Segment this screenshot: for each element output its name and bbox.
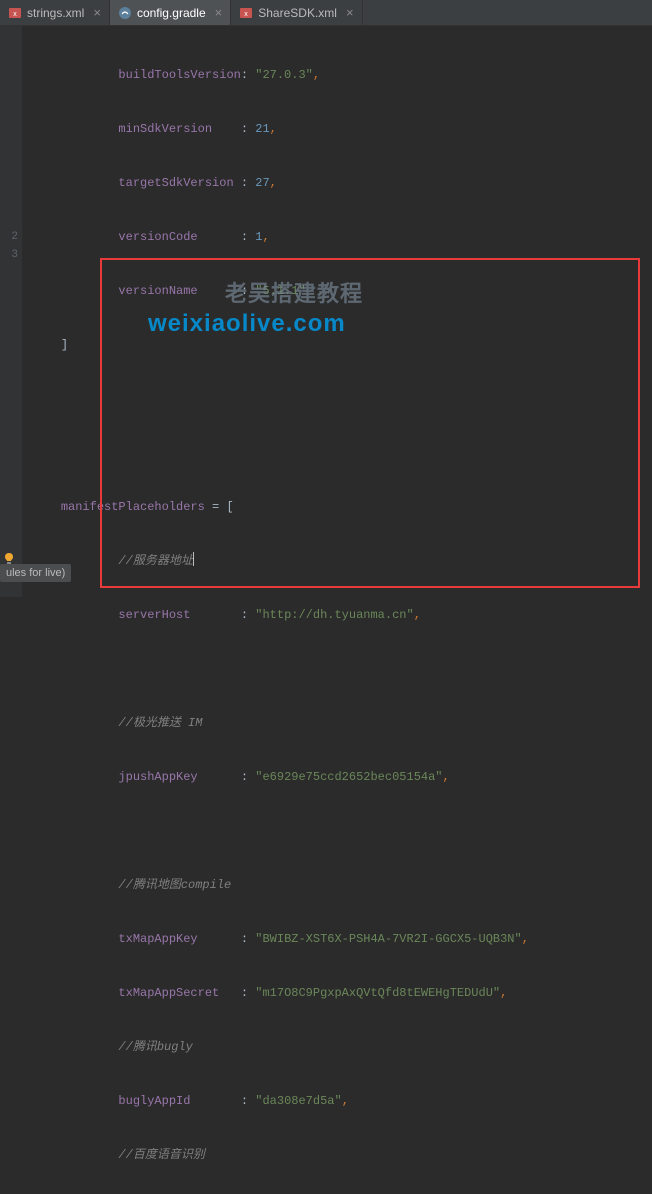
svg-text:x: x: [245, 11, 249, 18]
close-icon[interactable]: ×: [93, 5, 101, 20]
tab-sharesdk-xml[interactable]: x ShareSDK.xml ×: [231, 0, 362, 25]
tab-label: strings.xml: [27, 6, 84, 20]
xml-file-icon: x: [239, 6, 253, 20]
tab-strings-xml[interactable]: x strings.xml ×: [0, 0, 110, 25]
code-content[interactable]: buildToolsVersion: "27.0.3", minSdkVersi…: [22, 26, 652, 597]
editor-tabs: x strings.xml × config.gradle × x ShareS…: [0, 0, 652, 26]
close-icon[interactable]: ×: [346, 5, 354, 20]
line-gutter: 23: [0, 26, 22, 597]
close-icon[interactable]: ×: [215, 5, 223, 20]
editor-area: 23 buildToolsVersion: "27.0.3", minSdkVe…: [0, 26, 652, 597]
hint-popup: ules for live): [0, 564, 71, 582]
text-caret: [193, 552, 194, 566]
tab-config-gradle[interactable]: config.gradle ×: [110, 0, 231, 25]
tab-label: ShareSDK.xml: [258, 6, 337, 20]
tab-label: config.gradle: [137, 6, 206, 20]
xml-file-icon: x: [8, 6, 22, 20]
svg-text:x: x: [13, 11, 17, 18]
gradle-file-icon: [118, 6, 132, 20]
